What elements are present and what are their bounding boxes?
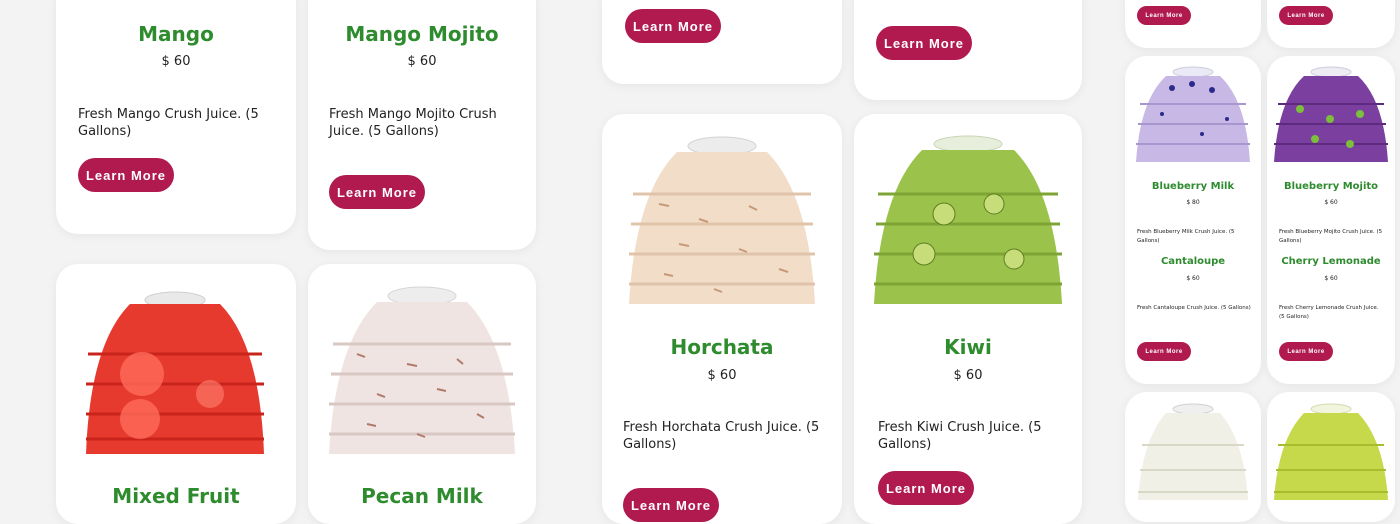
learn-more-button[interactable]: Learn More [1279,342,1333,361]
product-price: $ 60 [1324,199,1338,206]
learn-more-button[interactable]: Learn More [625,9,721,43]
product-price: $ 80 [1186,199,1200,206]
product-card-mango-mojito: Mango Mojito $ 60 Fresh Mango Mojito Cru… [308,0,536,250]
juice-jar-image [1270,400,1392,500]
product-card-top-4: Learn More [854,0,1082,100]
product-description: Fresh Horchata Crush Juice. (5 Gallons) [623,420,820,452]
product-description: Fresh Cantaloupe Crush Juice. (5 Gallons… [1137,305,1251,311]
learn-more-button[interactable]: Learn More [78,158,174,192]
product-title: Horchata [670,335,774,359]
product-card-pecan-milk: Pecan Milk [308,264,536,524]
learn-more-button[interactable]: Learn More [1137,342,1191,361]
product-description: Fresh Blueberry Mojito Crush Juice. (5 G… [1279,229,1383,244]
product-title: Kiwi [944,335,992,359]
product-description: Fresh Kiwi Crush Juice. (5 Gallons) [878,420,1042,452]
product-card-top-5: Learn More [1125,0,1261,48]
product-price: $ 60 [1186,275,1200,282]
product-price: $ 60 [161,54,191,69]
product-card-blueberry-milk: Blueberry Milk $ 80 Fresh Blueberry Milk… [1125,56,1261,384]
product-card-bottom-5 [1125,392,1261,522]
juice-jar-image [70,284,280,454]
product-title: Mango [138,22,214,46]
product-card-blueberry-mojito: Blueberry Mojito $ 60 Fresh Blueberry Mo… [1267,56,1395,384]
product-description: Fresh Blueberry Milk Crush Juice. (5 Gal… [1137,229,1235,244]
product-price: $ 60 [1324,275,1338,282]
product-card-horchata: Horchata $ 60 Fresh Horchata Crush Juice… [602,114,842,524]
product-title: Blueberry Milk [1151,181,1235,192]
juice-jar-image [619,134,825,304]
product-card-top-6: Learn More [1267,0,1395,48]
juice-jar-image [1134,400,1252,500]
product-description: Fresh Mango Mojito Crush Juice. (5 Gallo… [329,107,497,139]
product-title: Mango Mojito [345,22,499,46]
product-title: Cantaloupe [1160,256,1226,267]
juice-jar-image [1132,64,1254,162]
product-card-top-3: Learn More [602,0,842,84]
product-price: $ 60 [707,368,737,383]
learn-more-button[interactable]: Learn More [1137,6,1191,25]
product-title: Pecan Milk [361,484,483,508]
product-title: Mixed Fruit [112,484,240,508]
product-title: Blueberry Mojito [1283,181,1379,192]
juice-jar-image [864,134,1072,304]
juice-jar-image [1270,64,1392,162]
product-price: $ 60 [953,368,983,383]
learn-more-button[interactable]: Learn More [623,488,719,522]
learn-more-button[interactable]: Learn More [876,26,972,60]
learn-more-button[interactable]: Learn More [1279,6,1333,25]
product-description: Fresh Cherry Lemonade Crush Juice. (5 Ga… [1279,305,1379,320]
product-card-bottom-6 [1267,392,1395,522]
product-title: Cherry Lemonade [1281,256,1381,267]
product-price: $ 60 [407,54,437,69]
learn-more-button[interactable]: Learn More [329,175,425,209]
product-card-kiwi: Kiwi $ 60 Fresh Kiwi Crush Juice. (5 Gal… [854,114,1082,524]
product-card-mixed-fruit: Mixed Fruit [56,264,296,524]
juice-jar-image [317,284,527,454]
product-card-mango: Mango $ 60 Fresh Mango Crush Juice. (5 G… [56,0,296,234]
product-description: Fresh Mango Crush Juice. (5 Gallons) [78,107,259,139]
